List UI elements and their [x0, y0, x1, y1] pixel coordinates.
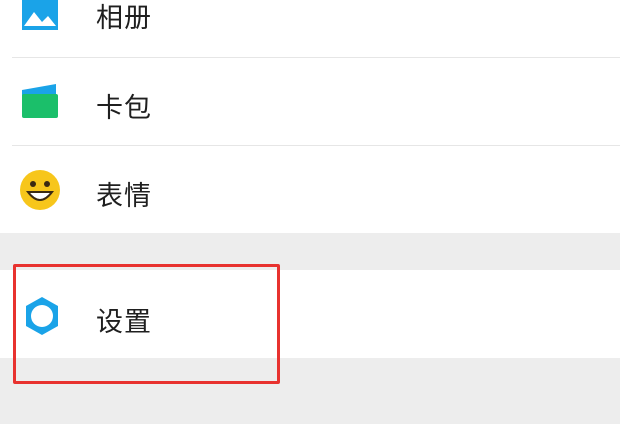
menu-item-label: 卡包	[96, 93, 152, 124]
settings-highlight-box	[13, 264, 280, 384]
menu-item-label: 相册	[96, 3, 152, 34]
emoji-smile-icon	[18, 168, 62, 212]
menu-group-top: 相册 卡包 表情	[0, 0, 620, 233]
album-icon	[18, 0, 62, 36]
settings-screen: 相册 卡包 表情 设置	[0, 0, 620, 424]
menu-item-emoji[interactable]: 表情	[0, 146, 620, 234]
menu-item-album[interactable]: 相册	[0, 0, 620, 58]
menu-item-label: 表情	[96, 181, 152, 212]
card-wallet-icon	[18, 80, 62, 124]
menu-item-card-wallet[interactable]: 卡包	[0, 58, 620, 146]
